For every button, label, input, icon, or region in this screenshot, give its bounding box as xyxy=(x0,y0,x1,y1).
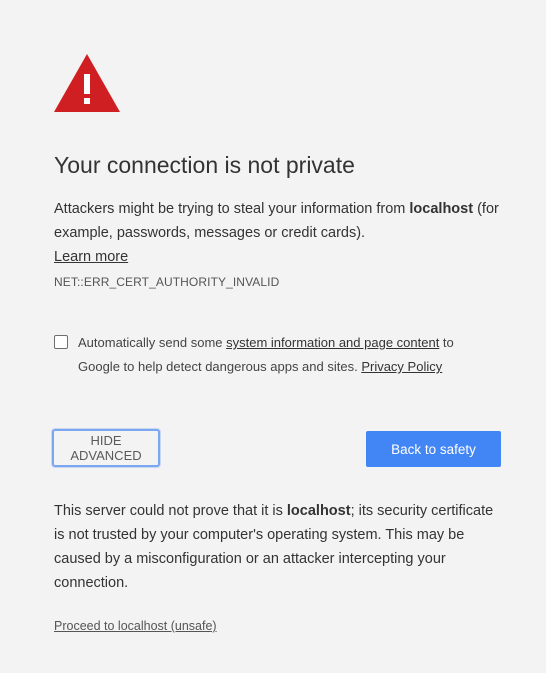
proceed-link[interactable]: Proceed to localhost (unsafe) xyxy=(54,619,217,633)
reporting-text: Automatically send some xyxy=(78,335,227,350)
reporting-label: Automatically send some system informati… xyxy=(78,331,488,379)
page-title: Your connection is not private xyxy=(54,152,355,178)
learn-more-link[interactable]: Learn more xyxy=(54,249,128,265)
main-message: Attackers might be trying to steal your … xyxy=(54,197,504,269)
host-name: localhost xyxy=(409,201,474,217)
back-to-safety-button[interactable]: Back to safety xyxy=(366,431,501,467)
details-message: This server could not prove that it is l… xyxy=(54,499,504,595)
reporting-checkbox[interactable] xyxy=(54,335,68,349)
system-info-link[interactable]: system information and page content xyxy=(226,335,439,350)
privacy-policy-link[interactable]: Privacy Policy xyxy=(361,359,442,374)
hide-advanced-button[interactable]: HIDE ADVANCED xyxy=(52,429,160,467)
details-host-name: localhost xyxy=(286,503,351,519)
main-message-text: Attackers might be trying to steal your … xyxy=(54,201,410,217)
details-text: This server could not prove that it is xyxy=(54,503,287,519)
warning-triangle-icon xyxy=(54,54,120,112)
error-code: NET::ERR_CERT_AUTHORITY_INVALID xyxy=(54,275,280,289)
